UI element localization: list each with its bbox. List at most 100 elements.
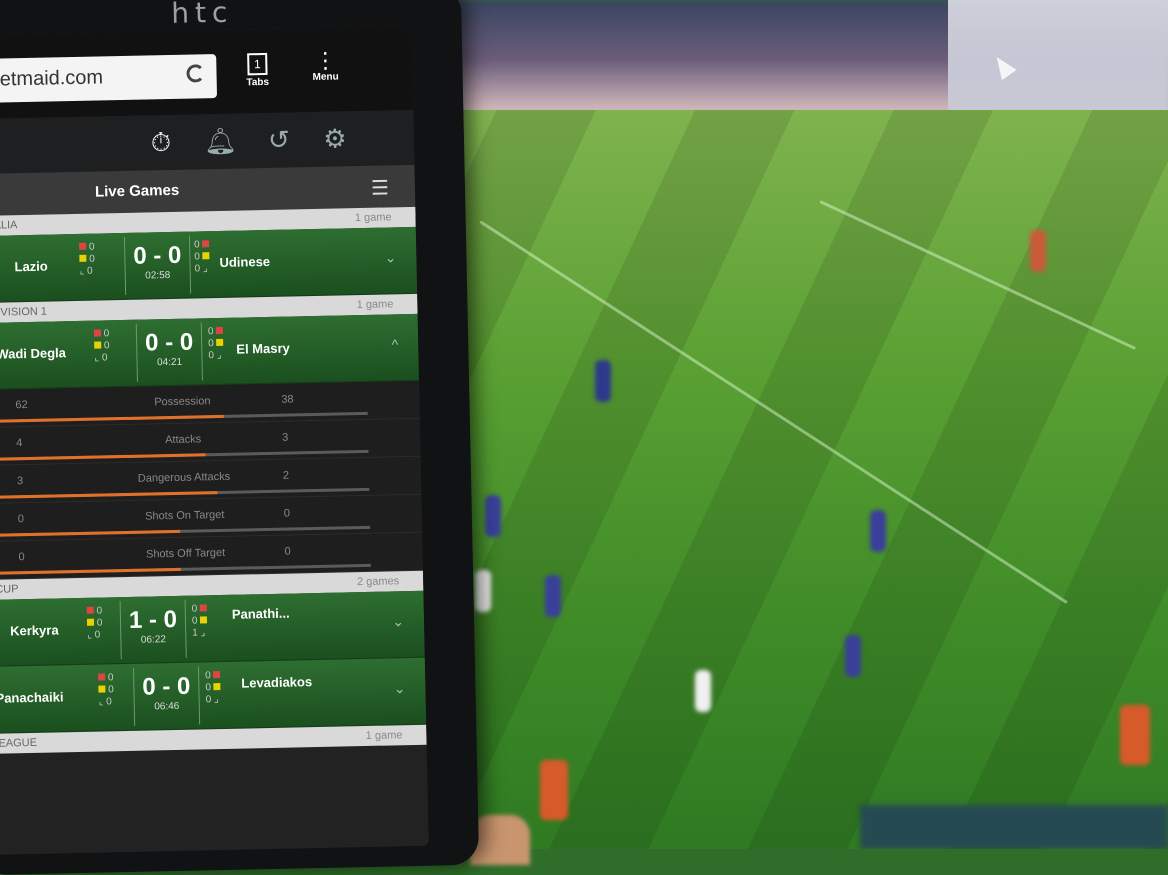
match-row[interactable]: Lazio 0 0 ⌞ 0 0 - 0 02:58 0 0 0 ⌟ Udines…	[0, 226, 418, 303]
browser-bar: betmaid.com 1 Tabs ⋮ Menu	[0, 25, 414, 119]
settings-icon[interactable]: ⚙	[320, 123, 351, 154]
corner-icon: ⌟	[216, 349, 222, 362]
yellow-card-icon	[216, 338, 224, 347]
corner-icon: ⌞	[79, 265, 85, 277]
score-box: 0 - 0 06:46	[132, 666, 201, 726]
stat-home: 0	[18, 551, 25, 564]
stat-home: 62	[15, 399, 28, 412]
match-row[interactable]: Wadi Degla 0 0 ⌞ 0 0 - 0 04:21 0 0 0 ⌟ E…	[0, 313, 420, 390]
stopwatch-icon[interactable]: ⏱	[146, 127, 177, 158]
corner-icon: ⌞	[94, 352, 100, 364]
stat-bar-fill	[0, 567, 181, 575]
stat-home: 0	[17, 513, 25, 526]
red-card-icon	[202, 240, 210, 248]
score-box: 0 - 0 02:58	[123, 235, 192, 295]
yellow-card-icon	[213, 683, 221, 691]
player	[1030, 230, 1046, 272]
match-clock: 06:46	[154, 700, 180, 713]
menu-button[interactable]: ⋮ Menu	[300, 47, 351, 98]
game-count: 1 game	[356, 298, 394, 312]
app-toolbar: ⏱ 🔔︎ ↺ ⚙	[0, 109, 415, 174]
stat-away: 2	[282, 469, 290, 482]
stat-away: 0	[284, 545, 291, 558]
yellow-card-icon	[94, 341, 102, 349]
stat-label: Shots Off Target	[145, 546, 226, 561]
away-mini-stats: 0 0 0 ⌟	[205, 670, 221, 706]
menu-icon: ⋮	[314, 47, 337, 73]
score: 1 - 0	[128, 605, 178, 634]
chevron-down-icon[interactable]: ⌄	[392, 613, 404, 630]
home-team: Panachaiki	[0, 689, 64, 706]
game-count: 1 game	[365, 729, 403, 743]
game-count: 1 game	[354, 211, 392, 225]
score: 0 - 0	[144, 328, 194, 357]
hand	[470, 815, 530, 865]
away-mini-stats: 0 0 0 ⌟	[207, 326, 224, 362]
red-card-icon	[98, 673, 106, 681]
away-mini-stats: 0 0 1 ⌟	[191, 603, 208, 639]
home-team: Wadi Degla	[0, 345, 67, 362]
player	[695, 670, 711, 712]
chevron-down-icon[interactable]: ⌄	[385, 249, 397, 266]
player	[595, 360, 611, 402]
corner-icon: ⌞	[87, 629, 93, 641]
player	[1120, 705, 1150, 765]
bell-icon[interactable]: 🔔︎	[204, 126, 238, 157]
home-mini-stats: 0 0 ⌞ 0	[93, 328, 110, 364]
history-icon[interactable]: ↺	[264, 124, 295, 155]
league-name: TALIA	[0, 219, 18, 232]
home-mini-stats: 0 0 ⌞ 0	[79, 241, 95, 277]
home-mini-stats: 0 0 ⌞ 0	[86, 605, 103, 641]
yellow-card-icon	[79, 254, 87, 262]
stat-bar-fill	[0, 529, 181, 537]
game-count: 2 games	[356, 575, 400, 589]
reload-icon[interactable]	[186, 64, 205, 83]
page-title: Live Games	[94, 181, 180, 201]
home-team: Kerkyra	[10, 622, 59, 639]
match-row[interactable]: Kerkyra 0 0 ⌞ 0 1 - 0 06:22 0 0 1 ⌟ Pana…	[0, 590, 425, 667]
yellow-card-icon	[200, 616, 208, 624]
player	[540, 760, 568, 820]
tabs-icon: 1	[247, 52, 268, 76]
address-bar[interactable]: betmaid.com	[0, 53, 218, 103]
corner-icon: ⌟	[202, 263, 208, 275]
filter-icon[interactable]: ☰	[371, 175, 389, 200]
player	[845, 635, 861, 677]
red-card-icon	[79, 242, 87, 250]
stat-label: Dangerous Attacks	[137, 470, 231, 485]
stat-home: 3	[16, 475, 24, 488]
league-name: EAGUE	[0, 736, 38, 750]
score: 0 - 0	[142, 672, 191, 701]
yellow-card-icon	[86, 618, 95, 626]
match-row[interactable]: Panachaiki 0 0 ⌞ 0 0 - 0 06:46 0 0 0 ⌟ L…	[0, 657, 427, 734]
corner-icon: ⌟	[200, 627, 206, 639]
score: 0 - 0	[133, 241, 182, 270]
away-team: El Masry	[236, 340, 290, 357]
chevron-down-icon[interactable]: ⌄	[394, 680, 406, 697]
player	[485, 495, 501, 537]
away-mini-stats: 0 0 0 ⌟	[194, 239, 210, 275]
match-clock: 06:22	[140, 634, 167, 646]
league-name: DIVISION 1	[0, 305, 48, 319]
url-text: betmaid.com	[0, 66, 104, 91]
player	[475, 570, 491, 612]
player	[870, 510, 886, 552]
stat-label: Possession	[154, 395, 211, 409]
pitch-line	[819, 200, 1137, 350]
home-team: Lazio	[14, 258, 48, 275]
score-box: 0 - 0 04:21	[135, 322, 203, 382]
league-name: CUP	[0, 583, 19, 596]
away-team: Panathi...	[231, 605, 290, 622]
tabs-label: Tabs	[246, 76, 270, 89]
tabs-button[interactable]: 1 Tabs	[232, 49, 283, 100]
score-box: 1 - 0 06:22	[119, 599, 187, 660]
stat-label: Attacks	[165, 433, 202, 447]
red-card-icon	[216, 326, 224, 335]
phone-screen: betmaid.com 1 Tabs ⋮ Menu ⏱ 🔔︎ ↺ ⚙ Live …	[0, 25, 429, 855]
home-mini-stats: 0 0 ⌞ 0	[98, 672, 114, 708]
red-card-icon	[86, 606, 94, 614]
chevron-up-icon[interactable]: ^	[391, 336, 398, 352]
stat-home: 4	[16, 437, 23, 450]
stat-away: 0	[283, 507, 291, 520]
stat-bar-fill	[0, 453, 206, 461]
